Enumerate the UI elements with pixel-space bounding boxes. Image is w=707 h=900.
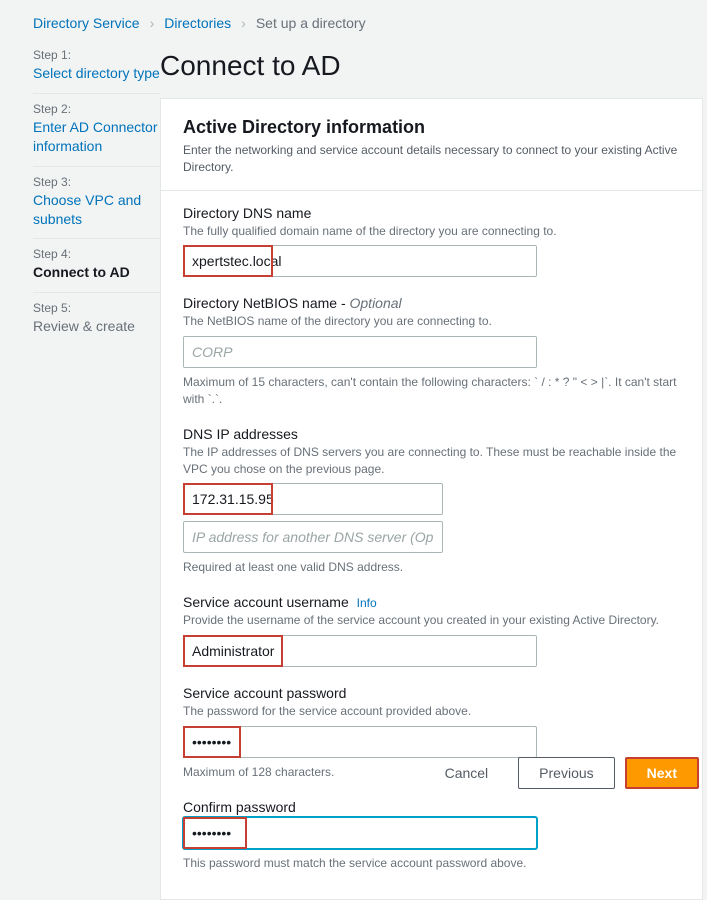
username-label-text: Service account username	[183, 594, 349, 610]
field-dns-ips: DNS IP addresses The IP addresses of DNS…	[183, 426, 680, 576]
divider	[161, 190, 702, 191]
chevron-right-icon: ›	[150, 15, 155, 31]
step-2-title[interactable]: Enter AD Connector information	[33, 118, 160, 156]
netbios-input[interactable]	[183, 336, 537, 368]
step-4-title: Connect to AD	[33, 263, 160, 282]
field-netbios: Directory NetBIOS name - Optional The Ne…	[183, 295, 680, 407]
password-label: Service account password	[183, 685, 680, 701]
field-confirm: Confirm password This password must matc…	[183, 799, 680, 872]
step-5: Step 5: Review & create	[33, 292, 160, 346]
breadcrumb: Directory Service › Directories › Set up…	[0, 0, 707, 46]
field-username: Service account username Info Provide th…	[183, 594, 680, 667]
wizard-footer: Cancel Previous Next	[421, 747, 703, 799]
dns-ip-2-input[interactable]	[183, 521, 443, 553]
field-dns-name: Directory DNS name The fully qualified d…	[183, 205, 680, 278]
dns-ips-label: DNS IP addresses	[183, 426, 680, 442]
panel-header: Active Directory information	[183, 117, 680, 138]
username-label: Service account username Info	[183, 594, 680, 610]
netbios-label: Directory NetBIOS name - Optional	[183, 295, 680, 311]
step-3-label: Step 3:	[33, 173, 160, 191]
step-5-title: Review & create	[33, 317, 160, 336]
step-1-title[interactable]: Select directory type	[33, 64, 160, 83]
step-4[interactable]: Step 4: Connect to AD	[33, 238, 160, 292]
page-title: Connect to AD	[160, 46, 703, 98]
dns-ip-1-input[interactable]	[183, 483, 443, 515]
username-info-link[interactable]: Info	[357, 596, 377, 610]
netbios-label-text: Directory NetBIOS name -	[183, 295, 350, 311]
password-hint: The password for the service account pro…	[183, 703, 680, 720]
step-1-label: Step 1:	[33, 46, 160, 64]
panel-subtitle: Enter the networking and service account…	[183, 142, 680, 176]
netbios-constraint: Maximum of 15 characters, can't contain …	[183, 374, 680, 408]
step-5-label: Step 5:	[33, 299, 160, 317]
step-1[interactable]: Step 1: Select directory type	[33, 46, 160, 93]
step-2-label: Step 2:	[33, 100, 160, 118]
netbios-hint: The NetBIOS name of the directory you ar…	[183, 313, 680, 330]
breadcrumb-root[interactable]: Directory Service	[33, 15, 140, 31]
step-3[interactable]: Step 3: Choose VPC and subnets	[33, 166, 160, 239]
previous-button[interactable]: Previous	[518, 757, 614, 789]
chevron-right-icon: ›	[241, 15, 246, 31]
username-hint: Provide the username of the service acco…	[183, 612, 680, 629]
dns-ips-constraint: Required at least one valid DNS address.	[183, 559, 680, 576]
step-4-label: Step 4:	[33, 245, 160, 263]
confirm-constraint: This password must match the service acc…	[183, 855, 680, 872]
dns-name-hint: The fully qualified domain name of the d…	[183, 223, 680, 240]
username-input[interactable]	[183, 635, 537, 667]
breadcrumb-current: Set up a directory	[256, 15, 366, 31]
step-3-title[interactable]: Choose VPC and subnets	[33, 191, 160, 229]
confirm-input[interactable]	[183, 817, 537, 849]
netbios-optional: Optional	[350, 295, 402, 311]
confirm-label: Confirm password	[183, 799, 680, 815]
next-button[interactable]: Next	[625, 757, 699, 789]
dns-name-label: Directory DNS name	[183, 205, 680, 221]
dns-ips-hint: The IP addresses of DNS servers you are …	[183, 444, 680, 478]
step-2[interactable]: Step 2: Enter AD Connector information	[33, 93, 160, 166]
breadcrumb-section[interactable]: Directories	[164, 15, 231, 31]
dns-name-input[interactable]	[183, 245, 537, 277]
wizard-sidebar: Step 1: Select directory type Step 2: En…	[0, 46, 160, 346]
cancel-button[interactable]: Cancel	[425, 757, 509, 789]
